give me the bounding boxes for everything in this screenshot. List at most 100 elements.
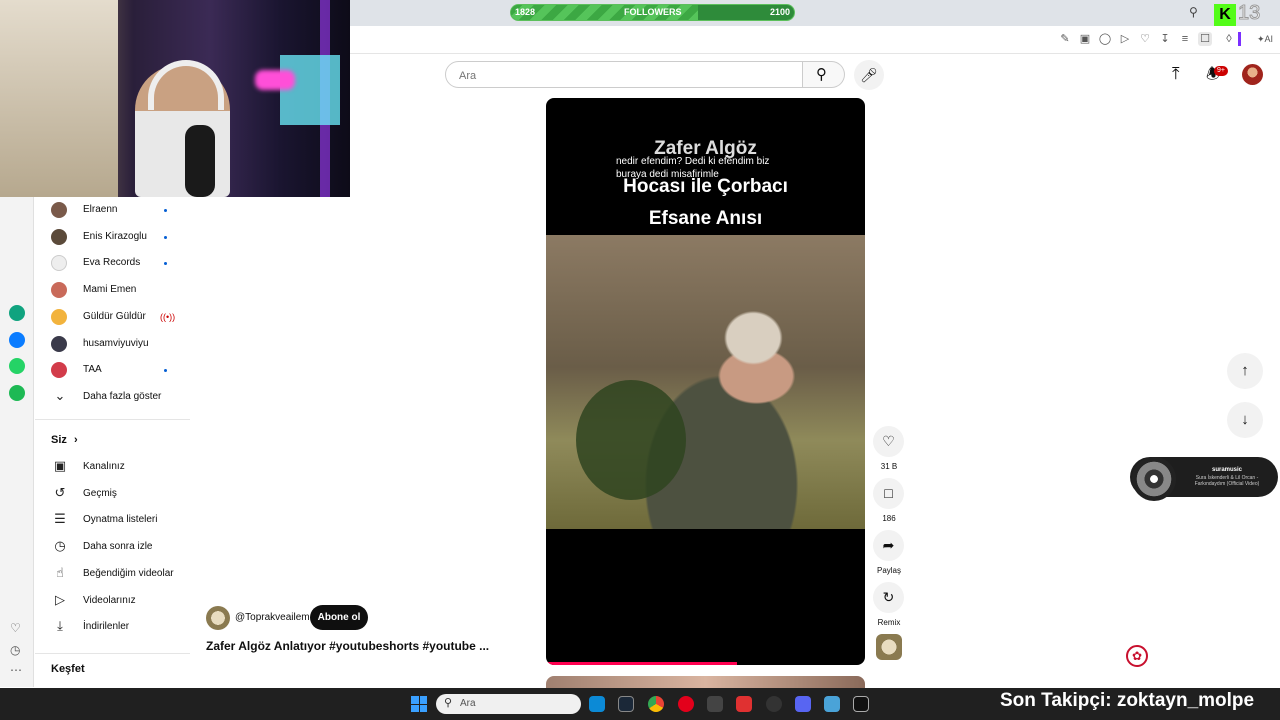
remix-button[interactable]: ↻ bbox=[873, 582, 904, 613]
subscribe-button[interactable]: Abone ol bbox=[310, 605, 368, 630]
chatgpt-icon[interactable] bbox=[9, 305, 25, 321]
you-section-heading[interactable]: Siz › bbox=[51, 434, 78, 446]
explore-section-heading[interactable]: Keşfet bbox=[51, 663, 85, 675]
you-menu-item[interactable]: ☰ Oynatma listeleri bbox=[51, 509, 201, 531]
subscription-name: Eva Records bbox=[83, 257, 141, 269]
app-icon[interactable] bbox=[766, 696, 782, 712]
show-more-button[interactable]: ⌄ Daha fazla göster bbox=[51, 386, 201, 408]
like-button[interactable]: ♡ bbox=[873, 426, 904, 457]
chrome-icon[interactable] bbox=[648, 696, 664, 712]
you-menu-item[interactable]: ↺ Geçmiş bbox=[51, 483, 201, 505]
subscription-item[interactable]: Eva Records bbox=[51, 252, 201, 274]
download-icon: ⤓ bbox=[57, 618, 63, 634]
you-menu-label: İndirilenler bbox=[83, 621, 130, 633]
you-menu-item[interactable]: ▷ Videolarınız bbox=[51, 590, 201, 612]
webcam-monitor bbox=[280, 55, 340, 125]
channel-avatar bbox=[51, 335, 67, 352]
subscription-item[interactable]: Mami Emen bbox=[51, 279, 201, 301]
subscription-name: Enis Kirazoglu bbox=[83, 230, 147, 242]
webcam-neon-sign bbox=[255, 70, 295, 90]
edge-icon[interactable] bbox=[589, 696, 605, 712]
subscription-item[interactable]: Güldür Güldür ((•)) bbox=[51, 306, 201, 328]
search-input[interactable] bbox=[457, 69, 787, 83]
new-content-dot bbox=[164, 235, 167, 239]
notifications-badge: 9+ bbox=[1214, 66, 1228, 76]
you-menu-item[interactable]: ▣ Kanalınız bbox=[51, 456, 201, 478]
app-icon[interactable] bbox=[824, 696, 840, 712]
search-icon[interactable]: ⚲ bbox=[1189, 5, 1198, 19]
messenger-icon[interactable] bbox=[9, 332, 25, 348]
edit-icon[interactable]: ✎ bbox=[1058, 32, 1072, 46]
shorts-video-player[interactable]: Zafer Algöz Hocası ile Çorbacı Efsane An… bbox=[546, 98, 865, 665]
video-overlay-title-3: Efsane Anısı bbox=[648, 208, 763, 229]
epic-games-icon[interactable] bbox=[853, 696, 869, 712]
webcam-door bbox=[0, 0, 118, 197]
comments-button[interactable]: □ bbox=[873, 478, 904, 509]
steam-icon[interactable] bbox=[618, 696, 634, 712]
share-button[interactable]: ➦ bbox=[873, 530, 904, 561]
you-menu-item[interactable]: ◷ Daha sonra izle bbox=[51, 536, 201, 558]
history-icon[interactable]: ◷ bbox=[10, 643, 20, 657]
extension-icon[interactable]: ◊ bbox=[1222, 32, 1236, 46]
search-icon: ⚲ bbox=[444, 697, 453, 709]
previous-video-button[interactable]: ↑ bbox=[1227, 353, 1263, 389]
play-icon[interactable]: ▷ bbox=[1118, 32, 1132, 46]
opera-icon[interactable] bbox=[678, 696, 694, 712]
voice-search-button[interactable]: 🎤︎ bbox=[854, 60, 884, 90]
subscription-item[interactable]: Enis Kirazoglu bbox=[51, 226, 201, 248]
app-icon[interactable] bbox=[736, 696, 752, 712]
download-icon[interactable]: ↧ bbox=[1158, 32, 1172, 46]
whatsapp-icon[interactable] bbox=[9, 358, 25, 374]
music-line-2: Farkındaydım (Official Video) bbox=[1194, 481, 1260, 487]
you-menu-item[interactable]: ⤓ İndirilenler bbox=[51, 616, 201, 638]
spotify-icon[interactable] bbox=[9, 385, 25, 401]
you-menu-item[interactable]: ☝ Beğendiğim videolar bbox=[51, 563, 201, 585]
shield-icon[interactable]: ◯ bbox=[1098, 32, 1112, 46]
upload-icon[interactable]: ⤒ bbox=[1172, 64, 1180, 84]
video-progress-bar[interactable] bbox=[546, 662, 738, 665]
you-menu-label: Geçmiş bbox=[83, 487, 117, 499]
chevron-right-icon: › bbox=[73, 434, 78, 446]
heart-icon[interactable]: ♡ bbox=[10, 621, 21, 635]
camera-icon[interactable]: ▣ bbox=[1078, 32, 1092, 46]
windows-start-icon[interactable] bbox=[411, 696, 427, 712]
followers-current: 1828 bbox=[515, 7, 536, 17]
search-icon: ⚲ bbox=[816, 66, 827, 83]
history-icon: ↺ bbox=[54, 484, 66, 500]
search-box[interactable] bbox=[445, 61, 803, 88]
arrow-up-icon: ↑ bbox=[1241, 362, 1249, 379]
video-icon: ▷ bbox=[55, 591, 65, 607]
webcam-microphone bbox=[185, 125, 215, 197]
ai-icon[interactable]: ✦AI bbox=[1256, 32, 1274, 46]
taskbar-search[interactable]: ⚲ Ara bbox=[436, 694, 581, 714]
remix-icon: ↻ bbox=[882, 589, 895, 605]
share-label: Paylaş bbox=[876, 566, 901, 575]
subscription-item[interactable]: TAA bbox=[51, 359, 201, 381]
search-button[interactable]: ⚲ bbox=[803, 61, 845, 88]
heart-icon[interactable]: ♡ bbox=[1138, 32, 1152, 46]
discord-icon[interactable] bbox=[795, 696, 811, 712]
audio-thumbnail[interactable] bbox=[876, 634, 902, 660]
clock-icon: ◷ bbox=[54, 538, 66, 554]
you-menu-label: Oynatma listeleri bbox=[83, 514, 158, 526]
next-video-button[interactable]: ↓ bbox=[1227, 402, 1263, 438]
obs-icon[interactable] bbox=[707, 696, 723, 712]
channel-handle[interactable]: @Toprakveailem bbox=[235, 612, 310, 623]
subscription-item[interactable]: Elraenn bbox=[51, 199, 201, 221]
channel-avatar[interactable] bbox=[206, 606, 230, 630]
divider bbox=[35, 653, 190, 654]
avatar[interactable] bbox=[1242, 64, 1263, 85]
lock-icon[interactable]: ☐ bbox=[1198, 32, 1212, 46]
overlay-logo-icon: ✿ bbox=[1126, 645, 1148, 667]
video-title[interactable]: Zafer Algöz Anlatıyor #youtubeshorts #yo… bbox=[206, 639, 489, 653]
followers-goal-bar: 1828 FOLLOWERS 2100 bbox=[510, 4, 795, 21]
windows-taskbar: ⚲ Ara Son Takipçi: zoktayn_molpe bbox=[0, 688, 1280, 720]
more-icon[interactable]: ⋯ bbox=[10, 663, 22, 677]
webcam-headset bbox=[148, 60, 224, 110]
share-icon: ➦ bbox=[882, 537, 895, 553]
menu-icon[interactable]: ≡ bbox=[1178, 32, 1192, 46]
comment-count: 186 bbox=[882, 514, 896, 523]
subscription-item[interactable]: husamviyuviyu bbox=[51, 333, 201, 355]
video-frame bbox=[546, 235, 865, 529]
user-box-icon: ▣ bbox=[53, 458, 67, 473]
